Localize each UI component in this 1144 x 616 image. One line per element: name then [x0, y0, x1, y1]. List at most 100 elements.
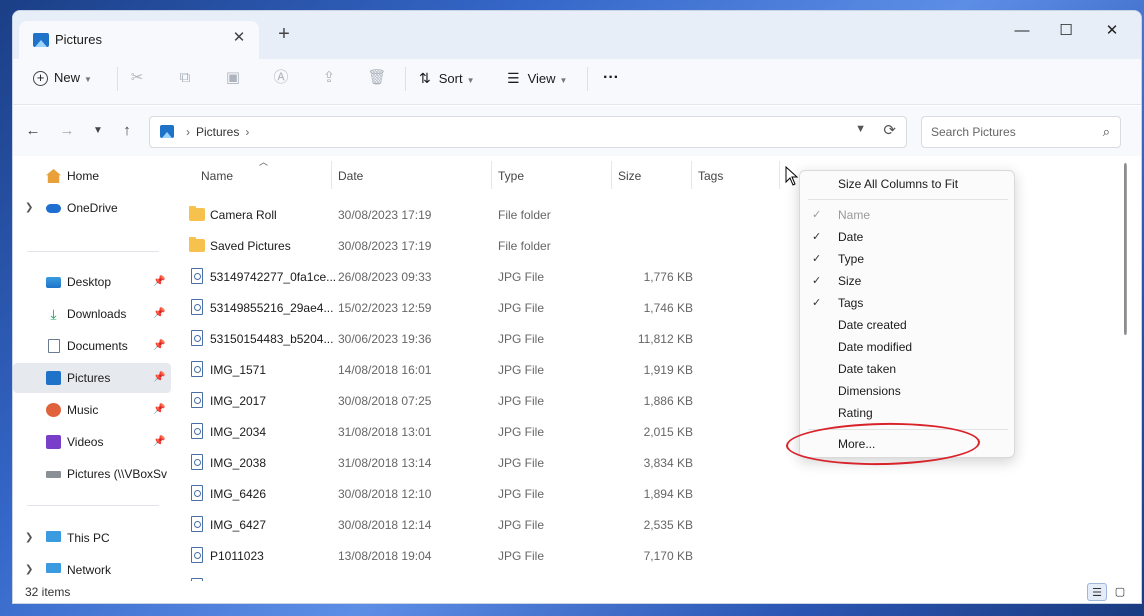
view-button[interactable]: ☰ View ▼ — [507, 59, 567, 97]
menu-item-date-modified[interactable]: Date modified — [800, 336, 1014, 358]
vertical-scrollbar[interactable] — [1124, 163, 1127, 335]
expand-chevron-icon[interactable]: ❯ — [25, 523, 33, 553]
rename-icon[interactable]: Ⓐ — [271, 59, 291, 97]
file-row[interactable]: 53150154483_b5204... 30/06/2023 19:36 JPG … — [181, 324, 781, 355]
file-name: IMG_1571 — [210, 363, 267, 377]
column-header-type[interactable]: Type — [498, 169, 524, 183]
sidebar-item-documents[interactable]: Documents 📌 — [13, 331, 171, 361]
menu-item-size[interactable]: ✓ Size — [800, 270, 1014, 292]
file-size: 7,650 KB — [644, 572, 693, 581]
paste-icon[interactable]: ▣ — [223, 59, 243, 97]
file-row[interactable]: IMG_2017 30/08/2018 07:25 JPG File 1,886 KB — [181, 386, 781, 417]
file-row[interactable]: IMG_2038 31/08/2018 13:14 JPG File 3,834 KB — [181, 448, 781, 479]
toolbar-divider — [405, 67, 406, 91]
address-dropdown-icon[interactable]: ▼ — [855, 123, 866, 135]
sidebar-item-label: Videos — [67, 435, 104, 449]
menu-item-rating[interactable]: Rating — [800, 402, 1014, 424]
menu-item-label: Size — [838, 274, 862, 288]
image-file-icon — [191, 330, 203, 346]
see-more-button[interactable]: ··· — [603, 59, 619, 97]
file-row[interactable]: IMG_2034 31/08/2018 13:01 JPG File 2,015 KB — [181, 417, 781, 448]
copy-icon[interactable]: ⧉ — [175, 59, 195, 97]
menu-item-date-taken[interactable]: Date taken — [800, 358, 1014, 380]
file-row[interactable]: IMG_1571 14/08/2018 16:01 JPG File 1,919 KB — [181, 355, 781, 386]
file-row[interactable]: P1011034 13/08/2018 20:24 JPG File 7,650 KB — [181, 572, 781, 581]
column-divider[interactable] — [611, 161, 612, 189]
file-date: 31/08/2018 13:01 — [338, 425, 432, 439]
file-name: IMG_2038 — [210, 456, 267, 470]
new-button[interactable]: + New ▼ — [33, 59, 92, 97]
menu-item-size-all-columns[interactable]: Size All Columns to Fit — [800, 173, 1014, 195]
image-file-icon — [191, 392, 203, 408]
menu-item-dimensions[interactable]: Dimensions — [800, 380, 1014, 402]
sidebar-item-home[interactable]: Home — [13, 161, 171, 191]
column-divider[interactable] — [779, 161, 780, 189]
column-divider[interactable] — [491, 161, 492, 189]
column-header-name[interactable]: Name — [201, 169, 233, 183]
pin-icon[interactable]: 📌 — [153, 395, 165, 425]
column-header-date[interactable]: Date — [338, 169, 363, 183]
file-row[interactable]: 53149742277_0fa1ce... 26/08/2023 09:33 JPG… — [181, 262, 781, 293]
file-row[interactable]: P1011023 13/08/2018 19:04 JPG File 7,170 KB — [181, 541, 781, 572]
download-icon: ⤓ — [50, 306, 57, 322]
large-icons-view-icon[interactable]: ▢ — [1110, 583, 1130, 601]
details-view-icon[interactable]: ☰ — [1087, 583, 1107, 601]
file-date: 14/08/2018 16:01 — [338, 363, 432, 377]
pin-icon[interactable]: 📌 — [153, 299, 165, 329]
sidebar-item-network-share[interactable]: Pictures (\\VBoxSvr — [13, 459, 171, 489]
sidebar-item-videos[interactable]: Videos 📌 — [13, 427, 171, 457]
sidebar-item-music[interactable]: Music 📌 — [13, 395, 171, 425]
recent-locations-chevron-icon[interactable]: ▼ — [87, 120, 109, 142]
menu-item-date-created[interactable]: Date created — [800, 314, 1014, 336]
address-bar[interactable]: › Pictures › ▼ ⟳ — [149, 116, 907, 148]
breadcrumb-chevron-icon[interactable]: › — [245, 125, 249, 139]
forward-arrow-icon[interactable]: → — [56, 120, 78, 142]
file-type: JPG File — [498, 456, 545, 470]
home-icon — [46, 169, 61, 183]
menu-item-type[interactable]: ✓ Type — [800, 248, 1014, 270]
menu-item-label: Date created — [838, 318, 907, 332]
sidebar-item-onedrive[interactable]: ❯ OneDrive — [13, 193, 171, 223]
sidebar-item-downloads[interactable]: ⤓ Downloads 📌 — [13, 299, 171, 329]
search-box[interactable]: Search Pictures ⌕ — [921, 116, 1121, 148]
sidebar-item-this-pc[interactable]: ❯ This PC — [13, 523, 171, 553]
pin-icon[interactable]: 📌 — [153, 331, 165, 361]
pin-icon[interactable]: 📌 — [153, 363, 165, 393]
delete-icon[interactable]: 🗑 — [367, 59, 387, 97]
search-input[interactable]: Search Pictures — [931, 125, 1016, 139]
new-tab-button[interactable]: + — [271, 23, 297, 45]
column-header-size[interactable]: Size — [618, 169, 641, 183]
maximize-button[interactable]: ☐ — [1043, 17, 1089, 45]
checkmark-icon: ✓ — [812, 209, 822, 221]
file-row[interactable]: 53149855216_29ae4... 15/02/2023 12:59 JPG … — [181, 293, 781, 324]
menu-item-label: Tags — [838, 296, 864, 310]
pin-icon[interactable]: 📌 — [153, 267, 165, 297]
file-row[interactable]: Saved Pictures 30/08/2023 17:19 File folde… — [181, 231, 781, 262]
pictures-icon — [33, 33, 49, 47]
sidebar-item-pictures[interactable]: Pictures 📌 — [13, 363, 171, 393]
close-tab-icon[interactable]: ✕ — [229, 28, 249, 46]
close-window-button[interactable]: ✕ — [1089, 17, 1135, 45]
toolbar-divider — [117, 67, 118, 91]
sidebar-item-desktop[interactable]: Desktop 📌 — [13, 267, 171, 297]
minimize-button[interactable]: — — [999, 17, 1045, 45]
file-row[interactable]: IMG_6427 30/08/2018 12:14 JPG File 2,535 KB — [181, 510, 781, 541]
menu-item-date[interactable]: ✓ Date — [800, 226, 1014, 248]
refresh-icon[interactable]: ⟳ — [883, 121, 896, 139]
file-name: P1011034 — [210, 572, 264, 581]
column-divider[interactable] — [331, 161, 332, 189]
menu-item-tags[interactable]: ✓ Tags — [800, 292, 1014, 314]
column-divider[interactable] — [691, 161, 692, 189]
file-row[interactable]: Camera Roll 30/08/2023 17:19 File folder — [181, 200, 781, 231]
share-icon[interactable]: ⇪ — [319, 59, 339, 97]
up-arrow-icon[interactable]: ↑ — [116, 120, 138, 142]
cut-icon[interactable]: ✂ — [127, 59, 147, 97]
column-header-tags[interactable]: Tags — [698, 169, 723, 183]
expand-chevron-icon[interactable]: ❯ — [25, 193, 33, 223]
back-arrow-icon[interactable]: ← — [22, 120, 44, 142]
tab-pictures[interactable]: Pictures ✕ — [19, 21, 259, 59]
file-row[interactable]: IMG_6426 30/08/2018 12:10 JPG File 1,894 KB — [181, 479, 781, 510]
sort-button[interactable]: ⇅ Sort ▼ — [419, 59, 475, 97]
breadcrumb-pictures[interactable]: Pictures — [196, 125, 239, 139]
pin-icon[interactable]: 📌 — [153, 427, 165, 457]
